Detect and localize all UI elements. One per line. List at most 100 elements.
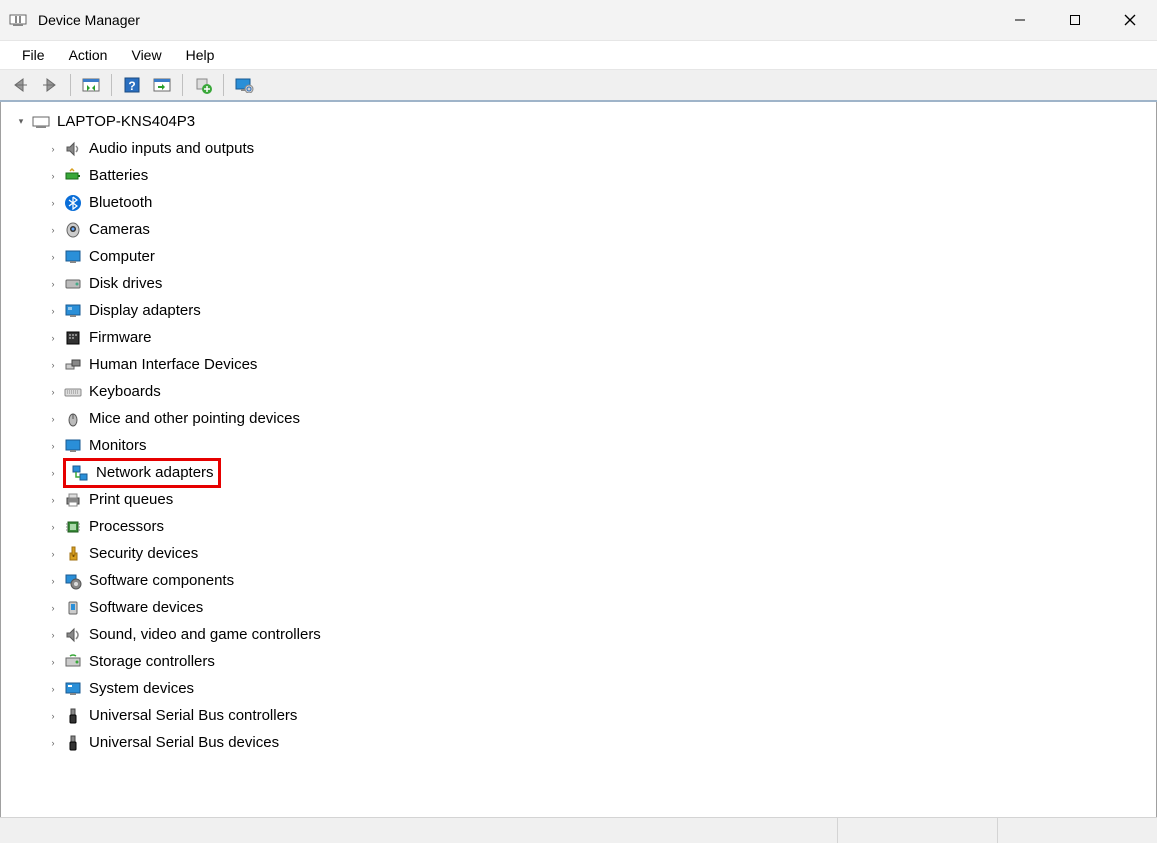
expand-icon[interactable]: › [45, 195, 61, 211]
svg-text:?: ? [128, 79, 135, 93]
monitor2-icon [63, 436, 83, 456]
maximize-button[interactable] [1047, 0, 1102, 40]
back-button[interactable] [6, 72, 34, 98]
tree-item[interactable]: › Network adapters [3, 459, 1154, 486]
tree-item[interactable]: › Computer [3, 243, 1154, 270]
tree-item-label: Print queues [89, 491, 173, 508]
menu-action[interactable]: Action [57, 43, 120, 67]
collapse-icon[interactable]: ▾ [13, 114, 29, 130]
menu-help[interactable]: Help [174, 43, 227, 67]
tree-item[interactable]: › Keyboards [3, 378, 1154, 405]
mouse-icon [63, 409, 83, 429]
cpu-icon [63, 517, 83, 537]
expand-icon[interactable]: › [45, 627, 61, 643]
tree-item-label: System devices [89, 680, 194, 697]
tree-item[interactable]: ›Monitors [3, 432, 1154, 459]
device-tree: ▾ LAPTOP-KNS404P3 › Audio inputs and outp… [1, 102, 1156, 762]
tree-item[interactable]: ›Bluetooth [3, 189, 1154, 216]
titlebar: Device Manager [0, 0, 1157, 40]
computer-root-icon [31, 112, 51, 132]
tree-item[interactable]: ›Firmware [3, 324, 1154, 351]
tree-item[interactable]: › Disk drives [3, 270, 1154, 297]
tree-item[interactable]: › System devices [3, 675, 1154, 702]
maximize-icon [1069, 14, 1081, 26]
tree-item[interactable]: ›Sound, video and game controllers [3, 621, 1154, 648]
devices-and-printers-button[interactable] [230, 72, 258, 98]
speaker-icon [63, 139, 83, 159]
menu-file[interactable]: File [10, 43, 57, 67]
help-icon: ? [123, 76, 141, 94]
expand-icon[interactable]: › [45, 465, 61, 481]
monitor-icon [63, 247, 83, 267]
window-title: Device Manager [38, 12, 140, 28]
disk-icon [63, 274, 83, 294]
add-legacy-hardware-button[interactable] [189, 72, 217, 98]
expand-icon[interactable]: › [45, 222, 61, 238]
expand-icon[interactable]: › [45, 438, 61, 454]
tree-item[interactable]: ›Security devices [3, 540, 1154, 567]
expand-icon[interactable]: › [45, 735, 61, 751]
keyboard-icon [63, 382, 83, 402]
tree-item[interactable]: ›Software devices [3, 594, 1154, 621]
expand-icon[interactable]: › [45, 681, 61, 697]
tree-item-label: Keyboards [89, 383, 161, 400]
forward-arrow-icon [41, 77, 59, 93]
toolbar-separator [70, 74, 71, 96]
expand-icon[interactable]: › [45, 168, 61, 184]
tree-item[interactable]: › Audio inputs and outputs [3, 135, 1154, 162]
highlight-annotation: Network adapters [63, 458, 221, 488]
back-arrow-icon [11, 77, 29, 93]
expand-icon[interactable]: › [45, 141, 61, 157]
tree-item-label: Software components [89, 572, 234, 589]
expand-icon[interactable]: › [45, 276, 61, 292]
menubar: File Action View Help [0, 40, 1157, 70]
tree-item[interactable]: ›Mice and other pointing devices [3, 405, 1154, 432]
tree-item[interactable]: ›Processors [3, 513, 1154, 540]
tree-item[interactable]: › Storage controllers [3, 648, 1154, 675]
tree-item-label: Disk drives [89, 275, 162, 292]
tree-view[interactable]: ▾ LAPTOP-KNS404P3 › Audio inputs and outp… [0, 102, 1157, 817]
expand-icon[interactable]: › [45, 654, 61, 670]
tree-item[interactable]: ›Display adapters [3, 297, 1154, 324]
tree-item-label: Audio inputs and outputs [89, 140, 254, 157]
expand-icon[interactable]: › [45, 357, 61, 373]
bluetooth-icon [63, 193, 83, 213]
expand-icon[interactable]: › [45, 573, 61, 589]
tree-item-label: Computer [89, 248, 155, 265]
sound-icon [63, 625, 83, 645]
show-hide-console-tree-button[interactable] [77, 72, 105, 98]
status-cell-2 [997, 818, 1157, 843]
tree-item[interactable]: › Print queues [3, 486, 1154, 513]
expand-icon[interactable]: › [45, 492, 61, 508]
tree-item[interactable]: ›Universal Serial Bus controllers [3, 702, 1154, 729]
expand-icon[interactable]: › [45, 303, 61, 319]
expand-icon[interactable]: › [45, 249, 61, 265]
expand-icon[interactable]: › [45, 519, 61, 535]
tree-item[interactable]: ›Batteries [3, 162, 1154, 189]
toolbar-separator [111, 74, 112, 96]
expand-icon[interactable]: › [45, 330, 61, 346]
forward-button[interactable] [36, 72, 64, 98]
tree-item-label: Human Interface Devices [89, 356, 257, 373]
tree-item-label: Storage controllers [89, 653, 215, 670]
close-button[interactable] [1102, 0, 1157, 40]
tree-item[interactable]: › Cameras [3, 216, 1154, 243]
tree-item[interactable]: ›Universal Serial Bus devices [3, 729, 1154, 756]
expand-icon[interactable]: › [45, 708, 61, 724]
tree-item[interactable]: › Human Interface Devices [3, 351, 1154, 378]
tree-item[interactable]: › Software components [3, 567, 1154, 594]
expand-icon[interactable]: › [45, 546, 61, 562]
device-manager-icon [8, 10, 28, 30]
minimize-button[interactable] [992, 0, 1047, 40]
tree-root[interactable]: ▾ LAPTOP-KNS404P3 [3, 108, 1154, 135]
expand-icon[interactable]: › [45, 600, 61, 616]
scan-hardware-button[interactable] [148, 72, 176, 98]
expand-icon[interactable]: › [45, 411, 61, 427]
help-button[interactable]: ? [118, 72, 146, 98]
tree-item-label: Network adapters [96, 464, 214, 481]
minimize-icon [1014, 14, 1026, 26]
tree-item-label: Cameras [89, 221, 150, 238]
expand-icon[interactable]: › [45, 384, 61, 400]
menu-view[interactable]: View [119, 43, 173, 67]
window-controls [992, 0, 1157, 40]
